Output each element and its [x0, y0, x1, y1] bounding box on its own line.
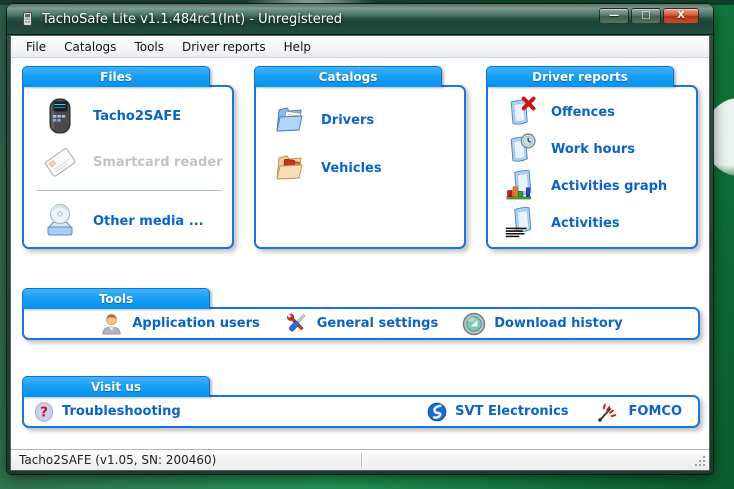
svt-globe-icon: [427, 402, 447, 422]
driver-reports-panel-header: Driver reports: [486, 66, 674, 87]
status-separator: [361, 453, 363, 468]
smartcard-icon: [40, 142, 80, 182]
tools-section-body: Application users: [22, 307, 700, 340]
tools-item-application-users[interactable]: Application users: [99, 311, 259, 336]
app-window: TachoSafe Lite v1.1.484rc1(Int) - Unregi…: [7, 4, 713, 474]
visit-us-section-header: Visit us: [22, 376, 210, 397]
window-title: TachoSafe Lite v1.1.484rc1(Int) - Unregi…: [42, 12, 342, 27]
visit-us-section-body: ? Troubleshooting: [22, 395, 700, 428]
files-panel-title: Files: [100, 70, 132, 84]
removable-media-icon: [40, 201, 80, 241]
visit-item-label: FOMCO: [629, 404, 682, 419]
files-panel-body: Tacho2SAFE: [22, 85, 234, 249]
tools-item-download-history[interactable]: Download history: [462, 312, 622, 336]
window-body: File Catalogs Tools Driver reports Help …: [10, 35, 710, 471]
visit-us-section: Visit us ? Troubleshooting: [22, 376, 700, 428]
files-panel: Files: [22, 66, 234, 249]
activities-report-icon: [504, 206, 538, 240]
client-area: Files: [11, 58, 709, 449]
files-panel-header: Files: [22, 66, 210, 87]
catalogs-panel-title: Catalogs: [319, 70, 378, 84]
tools-section-header: Tools: [22, 288, 210, 309]
activities-graph-report-icon: [504, 169, 538, 203]
drivers-folder-icon: [272, 102, 308, 138]
visit-us-links-right: SVT Electronics: [427, 401, 682, 423]
menu-help[interactable]: Help: [275, 37, 320, 57]
tools-section-title: Tools: [99, 292, 133, 306]
menu-catalogs[interactable]: Catalogs: [55, 37, 125, 57]
tools-item-label: Application users: [132, 316, 259, 331]
visit-item-svt-electronics[interactable]: SVT Electronics: [427, 401, 568, 423]
catalogs-panel-body: Drivers: [254, 85, 466, 249]
driver-reports-panel: Driver reports: [486, 66, 698, 249]
window-controls: — □ X: [599, 8, 699, 24]
close-button[interactable]: X: [663, 8, 699, 24]
menu-driver-reports[interactable]: Driver reports: [173, 37, 275, 57]
tools-item-label: General settings: [317, 316, 438, 331]
troubleshooting-icon: ?: [34, 402, 54, 422]
desktop: { "window": { "title": "TachoSafe Lite v…: [0, 0, 734, 489]
visit-us-section-title: Visit us: [91, 380, 141, 394]
catalogs-panel-header: Catalogs: [254, 66, 442, 87]
work-hours-report-icon: [504, 132, 538, 166]
reports-item-label: Activities: [551, 216, 620, 231]
status-device-info: Tacho2SAFE (v1.05, SN: 200460): [11, 453, 216, 467]
visit-item-troubleshooting[interactable]: ? Troubleshooting: [34, 402, 181, 422]
vehicles-folder-icon: [272, 150, 308, 186]
reports-item-label: Work hours: [551, 142, 635, 157]
visit-item-label: SVT Electronics: [455, 404, 568, 419]
files-item-label: Tacho2SAFE: [93, 109, 181, 124]
catalogs-panel: Catalogs: [254, 66, 466, 249]
reports-item-activities[interactable]: Activities: [488, 205, 696, 241]
application-users-icon: [99, 311, 124, 336]
maximize-button[interactable]: □: [631, 8, 661, 24]
files-separator: [36, 190, 222, 191]
menu-bar: File Catalogs Tools Driver reports Help: [11, 36, 709, 58]
driver-reports-panel-body: Offences: [486, 85, 698, 249]
menu-file[interactable]: File: [17, 37, 55, 57]
catalogs-item-vehicles[interactable]: Vehicles: [256, 147, 464, 189]
reports-item-label: Activities graph: [551, 179, 667, 194]
catalogs-item-label: Vehicles: [321, 161, 382, 176]
files-item-label: Other media ...: [93, 214, 204, 229]
reports-item-offences[interactable]: Offences: [488, 94, 696, 130]
files-item-other-media[interactable]: Other media ...: [24, 196, 232, 246]
fomco-gauge-icon: [595, 401, 621, 423]
app-icon: [19, 11, 35, 27]
files-item-label: Smartcard reader: [93, 155, 223, 170]
tools-item-label: Download history: [494, 316, 622, 331]
files-item-tacho2safe[interactable]: Tacho2SAFE: [24, 93, 232, 139]
driver-reports-panel-title: Driver reports: [532, 70, 628, 84]
visit-item-label: Troubleshooting: [62, 404, 181, 419]
resize-grip[interactable]: [695, 456, 707, 468]
minimize-button[interactable]: —: [599, 8, 629, 24]
top-panels-row: Files: [22, 66, 698, 249]
download-history-icon: [462, 312, 486, 336]
files-item-smartcard-reader: Smartcard reader: [24, 139, 232, 185]
tacho2safe-device-icon: [40, 96, 80, 136]
offences-report-icon: [504, 95, 538, 129]
reports-item-label: Offences: [551, 105, 615, 120]
status-bar: Tacho2SAFE (v1.05, SN: 200460): [11, 449, 709, 470]
titlebar[interactable]: TachoSafe Lite v1.1.484rc1(Int) - Unregi…: [7, 4, 713, 35]
reports-item-activities-graph[interactable]: Activities graph: [488, 168, 696, 204]
visit-item-fomco[interactable]: FOMCO: [595, 401, 682, 423]
tools-item-general-settings[interactable]: General settings: [284, 311, 438, 336]
menu-tools[interactable]: Tools: [125, 37, 173, 57]
reports-item-work-hours[interactable]: Work hours: [488, 131, 696, 167]
catalogs-item-label: Drivers: [321, 113, 374, 128]
general-settings-icon: [284, 311, 309, 336]
tools-section: Tools Application users: [22, 288, 700, 340]
svg-text:?: ?: [40, 404, 48, 420]
catalogs-item-drivers[interactable]: Drivers: [256, 99, 464, 141]
